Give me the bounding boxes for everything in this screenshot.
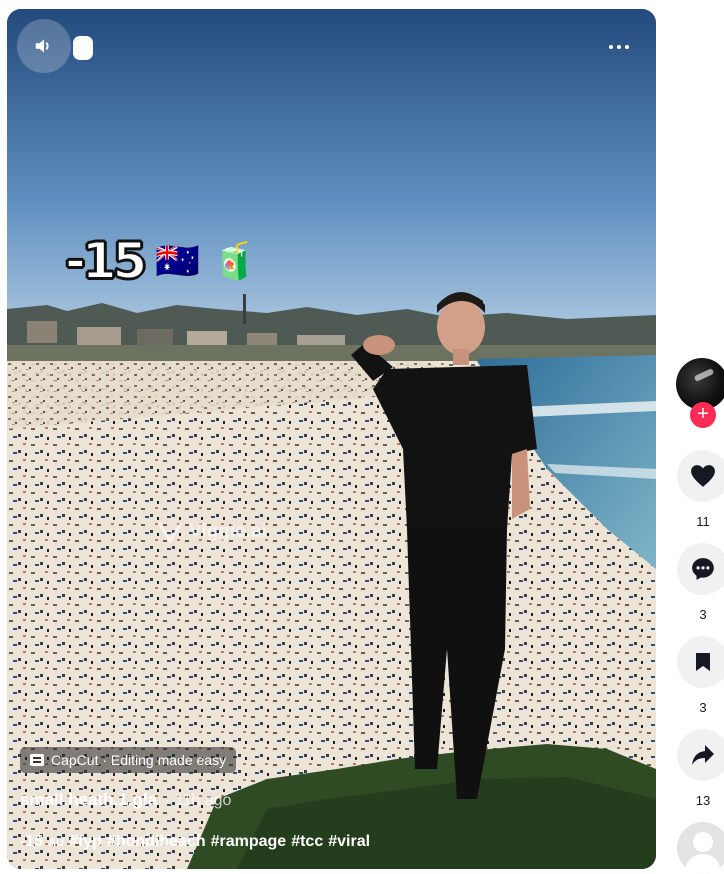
share-count: 13 <box>695 793 711 808</box>
like-count: 11 <box>696 514 710 529</box>
follow-button[interactable]: + <box>690 402 716 428</box>
capcut-label: CapCut · Editing made easy <box>51 752 227 768</box>
watermark: Viggle.ai <box>157 521 267 543</box>
comment-button[interactable] <box>677 543 724 595</box>
hashtag-rampage[interactable]: #rampage <box>211 833 287 851</box>
hashtag-viral[interactable]: #viral <box>328 833 370 851</box>
author-name[interactable]: small.heath.1.gla <box>20 790 157 810</box>
save-button[interactable] <box>677 636 724 688</box>
australia-flag-icon: 🇦🇺 <box>155 240 201 281</box>
hashtag-fyp[interactable]: #fyp <box>69 833 102 851</box>
bookmark-icon <box>696 653 710 671</box>
juice-box-icon: 🧃 <box>212 240 257 281</box>
capcut-badge[interactable]: CapCut · Editing made easy <box>20 747 237 773</box>
caption-number: -15 <box>20 833 44 850</box>
video-meta: small.heath.1.gla · 11h ago <box>20 790 231 810</box>
video-caption: -15 AU #fyp #bondibeach #rampage #tcc #v… <box>20 833 370 851</box>
volume-slider-handle[interactable] <box>73 36 93 60</box>
viggle-logo-icon <box>157 522 183 543</box>
heart-icon <box>691 465 715 487</box>
share-button[interactable] <box>677 729 724 781</box>
like-button[interactable] <box>677 450 724 502</box>
comment-count: 3 <box>699 607 707 622</box>
video-frame <box>7 9 656 869</box>
video-player[interactable]: -15 🇦🇺 🧃 Viggle.ai CapCut · Editing made… <box>7 9 656 869</box>
hashtag-bondibeach[interactable]: #bondibeach <box>107 833 206 851</box>
comment-icon <box>692 558 714 580</box>
plus-icon: + <box>697 403 709 425</box>
save-count: 3 <box>699 700 707 715</box>
overlay-number: -15 <box>64 231 148 291</box>
more-options-button[interactable] <box>604 37 634 57</box>
next-creator-avatar[interactable] <box>677 822 724 874</box>
more-icon <box>609 45 629 49</box>
video-text-overlay: -15 🇦🇺 🧃 <box>64 231 257 291</box>
capcut-icon <box>30 754 44 766</box>
watermark-text: Viggle.ai <box>189 521 267 542</box>
hashtag-tcc[interactable]: #tcc <box>291 833 323 851</box>
caption-au: AU <box>48 837 65 849</box>
speaker-icon <box>35 39 49 53</box>
share-icon <box>692 745 714 765</box>
post-time: · 11h ago <box>165 792 232 809</box>
mute-button[interactable] <box>17 19 71 73</box>
